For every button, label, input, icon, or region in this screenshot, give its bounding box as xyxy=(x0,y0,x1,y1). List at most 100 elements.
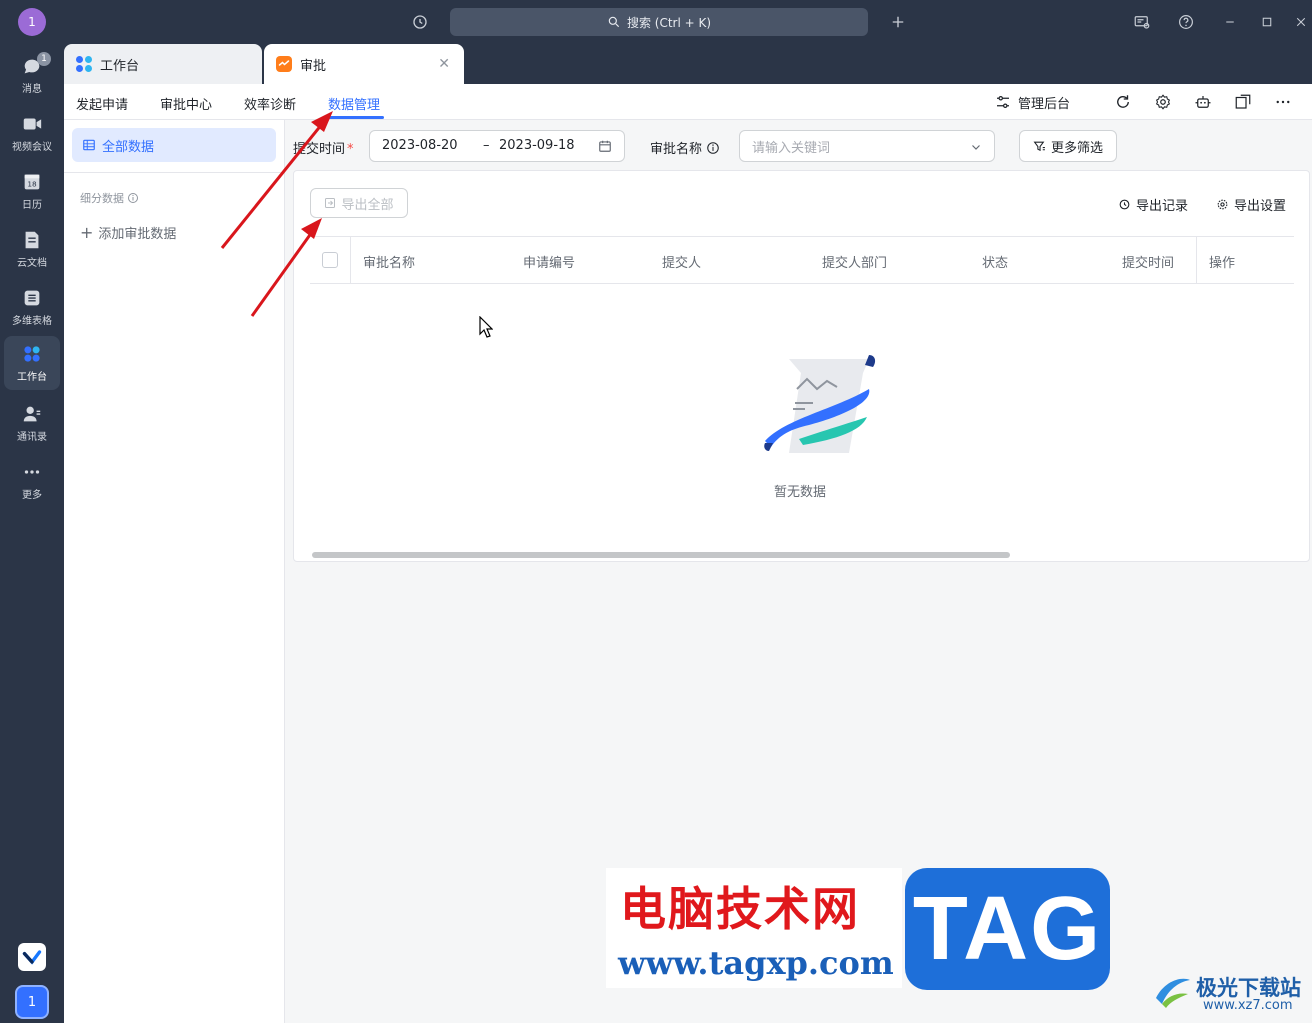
minimize-icon[interactable] xyxy=(1219,11,1241,33)
maximize-icon[interactable] xyxy=(1256,11,1278,33)
user-avatar[interactable]: 1 xyxy=(18,8,46,36)
workplace-icon xyxy=(24,346,40,362)
more-dots-icon xyxy=(24,470,40,474)
add-approval-data-button[interactable]: + 添加审批数据 xyxy=(80,223,176,242)
plus-icon: + xyxy=(80,223,94,242)
column-header-submit-time[interactable]: 提交时间 xyxy=(1122,252,1174,271)
rail-item-workplace[interactable]: 工作台 xyxy=(4,336,60,390)
nav-data-management[interactable]: 数据管理 xyxy=(328,94,380,113)
search-placeholder: 搜索 (Ctrl + K) xyxy=(626,15,712,30)
left-rail: 1 1 消息 视频会议 18 日历 云文档 多维表格 工作台 通讯录 更多 1 xyxy=(0,0,64,1023)
column-header-approval-name[interactable]: 审批名称 xyxy=(363,252,415,271)
column-header-submitter[interactable]: 提交人 xyxy=(662,252,701,271)
rail-item-messages[interactable]: 1 消息 xyxy=(4,48,60,102)
export-record-label: 导出记录 xyxy=(1136,199,1189,214)
calendar-icon xyxy=(599,140,611,152)
nav-approval-center[interactable]: 审批中心 xyxy=(160,94,212,113)
document-icon xyxy=(25,231,39,249)
approval-app-icon xyxy=(276,56,292,72)
chevron-down-icon xyxy=(972,145,980,150)
help-icon[interactable] xyxy=(1175,11,1197,33)
watermark-title: 电脑技术网 xyxy=(620,882,860,936)
mouse-cursor-icon xyxy=(479,316,493,338)
settings-gear-icon[interactable] xyxy=(1154,92,1172,112)
account-switcher[interactable]: 1 xyxy=(15,985,49,1019)
nav-efficiency-diagnosis[interactable]: 效率诊断 xyxy=(244,94,296,113)
column-divider xyxy=(1196,237,1197,283)
table-header: 审批名称 申请编号 提交人 提交人部门 状态 提交时间 操作 xyxy=(310,236,1294,284)
history-icon[interactable] xyxy=(409,11,431,33)
watermark-tag-logo: TAG xyxy=(905,868,1110,990)
robot-icon[interactable] xyxy=(1194,92,1212,112)
sidebar-item-label: 全部数据 xyxy=(102,139,155,155)
nav-initiate-request[interactable]: 发起申请 xyxy=(76,94,128,113)
table-grid-icon xyxy=(83,139,95,151)
rail-item-more[interactable]: 更多 xyxy=(4,454,60,508)
tab-approval[interactable]: 审批 ✕ xyxy=(264,44,464,84)
unread-badge: 1 xyxy=(37,52,51,66)
admin-console-button[interactable]: 管理后台 xyxy=(994,92,1070,112)
new-window-icon[interactable] xyxy=(1234,92,1252,112)
more-filters-button[interactable]: 更多筛选 xyxy=(1019,130,1117,162)
select-all-checkbox[interactable] xyxy=(322,252,338,268)
submit-time-label: 提交时间 * xyxy=(293,142,354,157)
more-options-icon[interactable] xyxy=(1274,92,1292,112)
rail-item-contacts[interactable]: 通讯录 xyxy=(4,396,60,450)
data-sidebar: 全部数据 细分数据 + 添加审批数据 xyxy=(64,120,285,1023)
screen-notice-icon[interactable] xyxy=(1131,11,1153,33)
rail-label: 工作台 xyxy=(17,372,47,383)
refresh-icon[interactable] xyxy=(1114,92,1132,112)
close-window-icon[interactable] xyxy=(1290,11,1312,33)
column-header-request-number[interactable]: 申请编号 xyxy=(523,252,575,271)
column-header-status[interactable]: 状态 xyxy=(982,252,1008,271)
export-all-button[interactable]: 导出全部 xyxy=(310,188,408,218)
info-icon[interactable] xyxy=(127,192,139,204)
rail-label: 视频会议 xyxy=(12,142,52,153)
export-settings-label: 导出设置 xyxy=(1234,199,1287,214)
rail-label: 通讯录 xyxy=(17,432,47,443)
search-bar[interactable]: 搜索 (Ctrl + K) xyxy=(450,8,868,36)
divider xyxy=(64,172,285,173)
sub-data-label: 细分数据 xyxy=(80,192,124,205)
rail-label: 日历 xyxy=(22,200,42,211)
title-bar: 搜索 (Ctrl + K) xyxy=(64,0,1312,44)
video-camera-icon xyxy=(23,118,42,130)
required-mark: * xyxy=(347,142,354,157)
rail-item-video-meeting[interactable]: 视频会议 xyxy=(4,106,60,160)
export-settings-button[interactable]: 导出设置 xyxy=(1216,195,1286,214)
search-icon xyxy=(608,16,620,28)
app-nav: 发起申请 审批中心 效率诊断 数据管理 管理后台 xyxy=(64,84,1312,120)
close-tab-icon[interactable]: ✕ xyxy=(438,56,450,72)
column-divider xyxy=(350,237,351,283)
column-header-actions[interactable]: 操作 xyxy=(1209,252,1235,271)
date-range-picker[interactable]: 2023-08-20 – 2023-09-18 xyxy=(369,130,625,162)
add-approval-data-label: 添加审批数据 xyxy=(98,227,177,242)
horizontal-scrollbar[interactable] xyxy=(312,552,1010,558)
info-icon[interactable] xyxy=(706,141,720,155)
rail-label: 消息 xyxy=(22,84,42,95)
tab-label: 工作台 xyxy=(100,58,140,74)
rail-item-calendar[interactable]: 18 日历 xyxy=(4,164,60,218)
gear-icon xyxy=(1217,199,1228,210)
export-record-button[interactable]: 导出记录 xyxy=(1118,195,1188,214)
approval-name-placeholder: 请输入关键词 xyxy=(752,140,831,156)
sidebar-item-all-data[interactable]: 全部数据 xyxy=(72,128,276,162)
date-end[interactable]: 2023-09-18 xyxy=(499,138,575,153)
approval-name-select[interactable]: 请输入关键词 xyxy=(739,130,995,162)
empty-state-illustration xyxy=(764,355,876,453)
filter-icon xyxy=(1033,141,1045,151)
admin-console-label: 管理后台 xyxy=(1018,96,1071,112)
column-header-submitter-department[interactable]: 提交人部门 xyxy=(822,252,887,271)
date-separator: – xyxy=(483,138,490,153)
date-start[interactable]: 2023-08-20 xyxy=(382,138,458,153)
tab-workplace[interactable]: 工作台 xyxy=(64,44,262,84)
rail-label: 云文档 xyxy=(17,258,47,269)
export-icon xyxy=(325,198,336,208)
rail-item-bitable[interactable]: 多维表格 xyxy=(4,280,60,334)
app-shortcut-icon[interactable] xyxy=(18,943,46,971)
aurora-logo-icon xyxy=(1156,978,1190,1008)
tab-label: 审批 xyxy=(300,58,327,74)
plus-icon[interactable] xyxy=(887,11,909,33)
rail-item-docs[interactable]: 云文档 xyxy=(4,222,60,276)
more-filters-label: 更多筛选 xyxy=(1050,140,1103,156)
